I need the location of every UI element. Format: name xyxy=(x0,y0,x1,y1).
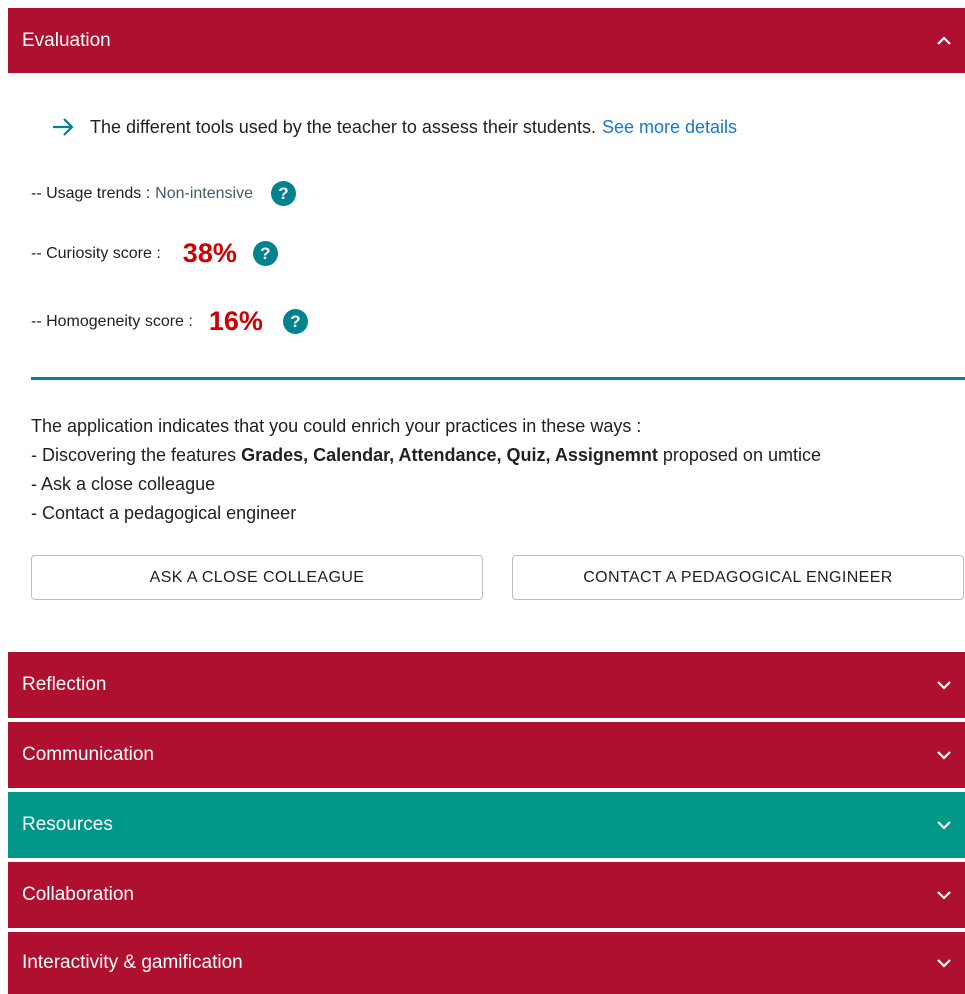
advice-item-colleague: - Ask a close colleague xyxy=(31,474,216,494)
ask-close-colleague-button[interactable]: ASK A CLOSE COLLEAGUE xyxy=(31,555,483,600)
arrow-right-icon xyxy=(52,116,74,138)
intro-row: The different tools used by the teacher … xyxy=(52,116,737,138)
accordion-title: Interactivity & gamification xyxy=(22,952,243,973)
accordion-title: Resources xyxy=(22,814,113,835)
accordion-header-communication[interactable]: Communication xyxy=(8,722,965,788)
accordion-title: Communication xyxy=(22,744,154,765)
accordion-title: Collaboration xyxy=(22,884,134,905)
advice-item-suffix: proposed on umtice xyxy=(657,445,821,465)
help-icon[interactable]: ? xyxy=(270,181,296,206)
accordion-header-evaluation[interactable]: Evaluation xyxy=(8,8,965,73)
accordion-header-resources[interactable]: Resources xyxy=(8,792,965,858)
accordion-header-reflection[interactable]: Reflection xyxy=(8,652,965,718)
homogeneity-score-label: -- Homogeneity score : xyxy=(31,312,193,330)
advice-item-prefix: - Discovering the features xyxy=(31,445,242,465)
advice-item-features-list: Grades, Calendar, Attendance, Quiz, Assi… xyxy=(241,445,658,465)
chevron-down-icon[interactable] xyxy=(935,886,953,904)
chevron-down-icon[interactable] xyxy=(935,746,953,764)
curiosity-score-label: -- Curiosity score : xyxy=(31,244,161,262)
accordion-title: Reflection xyxy=(22,674,107,695)
advice-intro: The application indicates that you could… xyxy=(31,416,642,436)
help-icon[interactable]: ? xyxy=(252,241,278,266)
help-icon[interactable]: ? xyxy=(282,309,308,334)
accordion-header-interactivity-gamification[interactable]: Interactivity & gamification xyxy=(8,932,965,994)
chevron-down-icon[interactable] xyxy=(935,816,953,834)
usage-trends-value: Non-intensive xyxy=(155,184,253,202)
usage-trends-label: -- Usage trends : xyxy=(31,184,151,202)
usage-trends-row: -- Usage trends : Non-intensive ? xyxy=(31,181,296,206)
advice-block: The application indicates that you could… xyxy=(31,412,821,528)
contact-pedagogical-engineer-button[interactable]: CONTACT A PEDAGOGICAL ENGINEER xyxy=(512,555,964,600)
chevron-down-icon[interactable] xyxy=(935,676,953,694)
advice-item-engineer: - Contact a pedagogical engineer xyxy=(31,503,297,523)
advice-item-features: - Discovering the features Grades, Calen… xyxy=(31,441,821,470)
curiosity-score-row: -- Curiosity score : 38% ? xyxy=(31,238,278,269)
chevron-down-icon[interactable] xyxy=(935,954,953,972)
intro-text: The different tools used by the teacher … xyxy=(90,116,596,137)
section-divider xyxy=(31,377,965,380)
homogeneity-score-row: -- Homogeneity score : 16% ? xyxy=(31,306,308,337)
accordion-header-collaboration[interactable]: Collaboration xyxy=(8,862,965,928)
homogeneity-score-value: 16% xyxy=(208,306,263,336)
see-more-details-link[interactable]: See more details xyxy=(602,117,737,138)
curiosity-score-value: 38% xyxy=(182,238,237,268)
accordion-title-evaluation: Evaluation xyxy=(22,29,111,51)
chevron-up-icon[interactable] xyxy=(935,32,953,50)
